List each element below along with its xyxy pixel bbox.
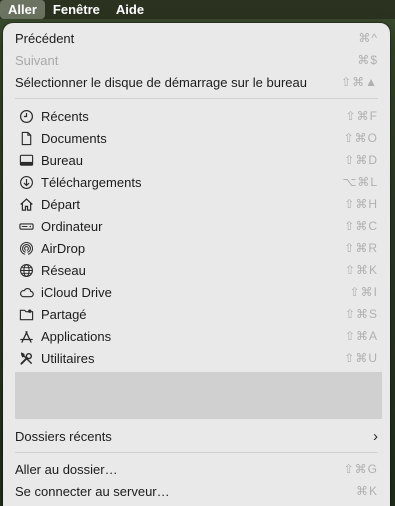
menu-item-label: Téléchargements (41, 174, 142, 190)
shortcut-label: ⌘$ (357, 53, 378, 67)
menu-item-label: Bureau (41, 152, 83, 168)
menu-item-label: Suivant (15, 52, 59, 68)
menu-aide[interactable]: Aide (108, 0, 152, 19)
menu-item-select-startup-disk[interactable]: Sélectionner le disque de démarrage sur … (3, 71, 390, 93)
shortcut-label: ⌘K (355, 484, 378, 498)
menu-item-se-connecter-au-serveur[interactable]: Se connecter au serveur… ⌘K (3, 480, 390, 502)
menu-item-label: Partagé (41, 306, 87, 322)
menu-item-label: iCloud Drive (41, 284, 112, 300)
menu-item-reseau[interactable]: Réseau ⇧⌘K (3, 259, 390, 281)
menu-item-label: Réseau (41, 262, 86, 278)
shared-folder-icon (18, 306, 34, 322)
airdrop-icon (18, 240, 34, 256)
applications-icon (18, 328, 34, 344)
menu-item-precedent[interactable]: Précédent ⌘^ (3, 27, 390, 49)
chevron-right-icon: › (373, 427, 378, 445)
menu-item-label: Précédent (15, 30, 75, 46)
menu-item-label: Aller au dossier… (15, 461, 118, 477)
shortcut-label: ⌘^ (358, 31, 378, 45)
clock-icon (18, 108, 34, 124)
shortcut-label: ⇧⌘U (344, 351, 378, 365)
menu-item-depart[interactable]: Départ ⇧⌘H (3, 193, 390, 215)
home-icon (18, 196, 34, 212)
menu-item-label: Documents (41, 130, 107, 146)
menu-item-ordinateur[interactable]: Ordinateur ⇧⌘C (3, 215, 390, 237)
shortcut-label: ⇧⌘A (344, 329, 378, 343)
separator (15, 98, 378, 99)
menu-item-label: Sélectionner le disque de démarrage sur … (15, 74, 307, 90)
menu-fenetre[interactable]: Fenêtre (45, 0, 108, 19)
menu-item-label: Dossiers récents (15, 428, 112, 444)
shortcut-label: ⇧⌘D (344, 153, 378, 167)
menu-item-icloud-drive[interactable]: iCloud Drive ⇧⌘I (3, 281, 390, 303)
utilities-icon (18, 350, 34, 366)
menu-item-utilitaires[interactable]: Utilitaires ⇧⌘U (3, 347, 390, 369)
menu-item-label: AirDrop (41, 240, 86, 256)
menu-item-suivant: Suivant ⌘$ (3, 49, 390, 71)
menu-item-label: Applications (41, 328, 112, 344)
download-icon (18, 174, 34, 190)
menu-item-recents[interactable]: Récents ⇧⌘F (3, 105, 390, 127)
menu-item-dossiers-recents[interactable]: Dossiers récents › (3, 425, 390, 447)
menu-item-label: Se connecter au serveur… (15, 483, 170, 499)
network-icon (18, 262, 34, 278)
shortcut-label: ⇧⌘R (344, 241, 378, 255)
menu-item-telechargements[interactable]: Téléchargements ⌥⌘L (3, 171, 390, 193)
shortcut-label: ⇧⌘I (349, 285, 378, 299)
menu-item-label: Récents (41, 108, 89, 124)
computer-icon (18, 218, 34, 234)
menu-item-label: Utilitaires (41, 350, 95, 366)
menu-aller[interactable]: Aller (0, 0, 45, 19)
menu-item-applications[interactable]: Applications ⇧⌘A (3, 325, 390, 347)
shortcut-label: ⇧⌘G (343, 462, 378, 476)
cloud-icon (18, 284, 34, 300)
menu-item-label: Ordinateur (41, 218, 103, 234)
menu-item-aller-au-dossier[interactable]: Aller au dossier… ⇧⌘G (3, 458, 390, 480)
shortcut-label: ⇧⌘H (344, 197, 378, 211)
menu-item-bureau[interactable]: Bureau ⇧⌘D (3, 149, 390, 171)
document-icon (18, 130, 34, 146)
desktop-icon (18, 152, 34, 168)
menu-item-documents[interactable]: Documents ⇧⌘O (3, 127, 390, 149)
menu-item-airdrop[interactable]: AirDrop ⇧⌘R (3, 237, 390, 259)
menu-item-label: Départ (41, 196, 81, 212)
menu-bar: Aller Fenêtre Aide (0, 0, 395, 19)
menu-item-partage[interactable]: Partagé ⇧⌘S (3, 303, 390, 325)
separator (15, 452, 378, 453)
blank-placeholder-area (15, 372, 382, 419)
shortcut-label: ⇧⌘K (344, 263, 378, 277)
shortcut-label: ⇧⌘C (344, 219, 378, 233)
go-menu-dropdown: Précédent ⌘^ Suivant ⌘$ Sélectionner le … (3, 23, 390, 506)
shortcut-label: ⇧⌘O (343, 131, 378, 145)
shortcut-label: ⇧⌘▲ (341, 75, 378, 89)
shortcut-label: ⇧⌘F (345, 109, 378, 123)
shortcut-label: ⌥⌘L (342, 175, 378, 189)
shortcut-label: ⇧⌘S (344, 307, 378, 321)
